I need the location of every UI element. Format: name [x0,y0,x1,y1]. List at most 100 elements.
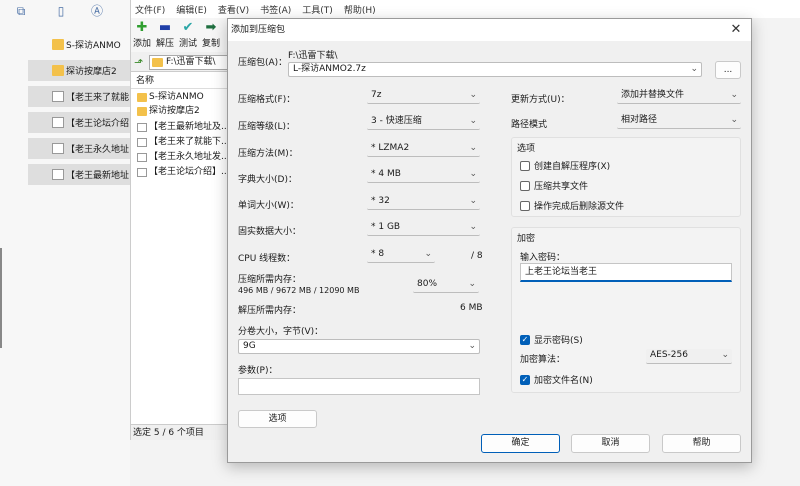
checkbox-box [520,200,530,211]
test-button[interactable]: ✔ 测试 [177,20,199,50]
split-label: 分卷大小，字节(V)： [238,327,324,337]
explorer-item[interactable]: 【老王来了就能 [28,86,130,107]
document-icon [52,91,64,102]
chevron-down-icon: ⌄ [469,116,477,126]
list-item[interactable]: 【老王永久地址发... [135,151,231,164]
folder-icon [52,39,64,50]
path-input[interactable]: F:\迅雷下载\ [149,55,231,70]
list-item[interactable]: 【老王最新地址及... [135,121,231,134]
options-group-title: 选项 [517,144,536,154]
explorer-item[interactable]: 【老王论坛介绍 [28,112,130,133]
explorer-item[interactable]: 【老王最新地址 [28,164,130,185]
params-label: 参数(P)： [238,366,278,376]
menu-bookmarks[interactable]: 书签(A) [260,3,291,16]
level-select[interactable]: 3 - 快速压缩 ⌄ [367,115,480,130]
list-item[interactable]: S-探访ANMO [135,91,231,104]
menu-edit[interactable]: 编辑(E) [176,3,207,16]
ok-button[interactable]: 确定 [481,434,560,453]
document-icon [52,169,64,180]
enc-method-select[interactable]: AES-256 ⌄ [646,349,732,364]
level-label: 压缩等级(L)： [238,122,296,132]
cpu-max: / 8 [471,251,483,261]
cpu-select[interactable]: * 8 ⌄ [367,248,435,263]
mem-comp-label: 压缩所需内存： [238,275,302,285]
format-select[interactable]: 7z ⌄ [367,89,480,104]
menu-help[interactable]: 帮助(H) [344,3,376,16]
chevron-down-icon: ⌄ [469,196,477,206]
password-input[interactable]: 上老王论坛当老王 [520,263,732,282]
folder-icon [137,107,147,116]
word-label: 单词大小(W)： [238,201,299,211]
path-mode-select[interactable]: 相对路径 ⌄ [617,114,741,129]
folder-icon [137,93,147,102]
shared-checkbox[interactable]: 压缩共享文件 [520,179,588,192]
paste-icon[interactable]: ▯ [54,4,68,18]
archive-label: 压缩包(A)： [238,58,288,68]
chevron-down-icon: ⌄ [690,64,698,74]
chevron-down-icon: ⌄ [424,249,432,259]
update-label: 更新方式(U)： [511,95,570,105]
list-item[interactable]: 探访按摩店2 [135,105,231,118]
check-icon: ✔ [182,20,194,35]
document-icon [137,138,147,147]
menu-file[interactable]: 文件(F) [135,3,165,16]
explorer-item[interactable]: S-探访ANMO [28,34,130,55]
checkbox-box [520,180,530,191]
column-header-name[interactable]: 名称 [131,74,231,89]
explorer-pane: ⧉ ▯ Ⓐ S-探访ANMO 探访按摩店2 【老王来了就能 【老王论坛介绍 【老… [0,0,130,486]
options-button[interactable]: 选项 [238,410,317,428]
encrypt-names-checkbox[interactable]: ✓ 加密文件名(N) [520,373,593,386]
menu-view[interactable]: 查看(V) [218,3,249,16]
status-bar: 选定 5 / 6 个项目 [131,424,231,440]
chevron-down-icon: ⌄ [469,143,477,153]
solid-select[interactable]: * 1 GB ⌄ [367,221,480,236]
show-password-checkbox[interactable]: ✓ 显示密码(S) [520,333,583,346]
explorer-scrollbar[interactable] [0,248,2,348]
password-label: 输入密码： [520,253,566,263]
format-label: 压缩格式(F)： [238,95,296,105]
checkmark-icon: ✓ [520,374,530,385]
dict-label: 字典大小(D)： [238,175,297,185]
update-select[interactable]: 添加并替换文件 ⌄ [617,89,741,104]
copy-icon[interactable]: ⧉ [14,4,28,18]
close-icon[interactable]: ✕ [727,21,745,39]
params-input[interactable] [238,378,480,395]
chevron-down-icon: ⌄ [730,115,738,125]
copy-button[interactable]: ➡ 复制 [200,20,222,50]
path-mode-label: 路径模式 [511,120,548,130]
delete-after-checkbox[interactable]: 操作完成后删除源文件 [520,199,624,212]
browse-button[interactable]: ... [715,61,741,79]
up-arrow-icon[interactable]: ⬏ [134,56,143,69]
dict-select[interactable]: * 4 MB ⌄ [367,168,480,183]
split-select[interactable]: 9G ⌄ [238,339,480,354]
chevron-down-icon: ⌄ [730,90,738,100]
word-select[interactable]: * 32 ⌄ [367,195,480,210]
plus-icon: ✚ [136,20,148,35]
toolbar: ✚ 添加 ▬ 解压 ✔ 测试 ➡ 复制 [131,18,231,52]
archive-name-combo[interactable]: L-探访ANMO2.7z ⌄ [288,62,702,77]
explorer-item[interactable]: 【老王永久地址 [28,138,130,159]
arrow-right-icon: ➡ [205,20,217,35]
sfx-checkbox[interactable]: 创建自解压程序(X) [520,159,610,172]
help-button[interactable]: 帮助 [662,434,741,453]
mem-percent-select[interactable]: 80% ⌄ [413,278,479,293]
encryption-group-title: 加密 [517,234,536,244]
add-button[interactable]: ✚ 添加 [131,20,153,50]
explorer-item[interactable]: 探访按摩店2 [28,60,130,81]
address-bar: ⬏ F:\迅雷下载\ [131,52,231,72]
document-icon [52,143,64,154]
extract-button[interactable]: ▬ 解压 [154,20,176,50]
folder-icon [52,65,64,76]
chevron-down-icon: ⌄ [469,169,477,179]
rename-icon[interactable]: Ⓐ [90,4,104,18]
menu-bar: 文件(F) 编辑(E) 查看(V) 书签(A) 工具(T) 帮助(H) [131,0,800,18]
mem-decomp-label: 解压所需内存： [238,306,302,316]
list-item[interactable]: 【老王来了就能下... [135,136,231,149]
solid-label: 固实数据大小： [238,227,302,237]
list-item[interactable]: 【老王论坛介绍】... [135,166,231,179]
chevron-down-icon: ⌄ [468,279,476,289]
cancel-button[interactable]: 取消 [571,434,650,453]
method-select[interactable]: * LZMA2 ⌄ [367,142,480,157]
menu-tools[interactable]: 工具(T) [302,3,333,16]
chevron-down-icon: ⌄ [469,90,477,100]
